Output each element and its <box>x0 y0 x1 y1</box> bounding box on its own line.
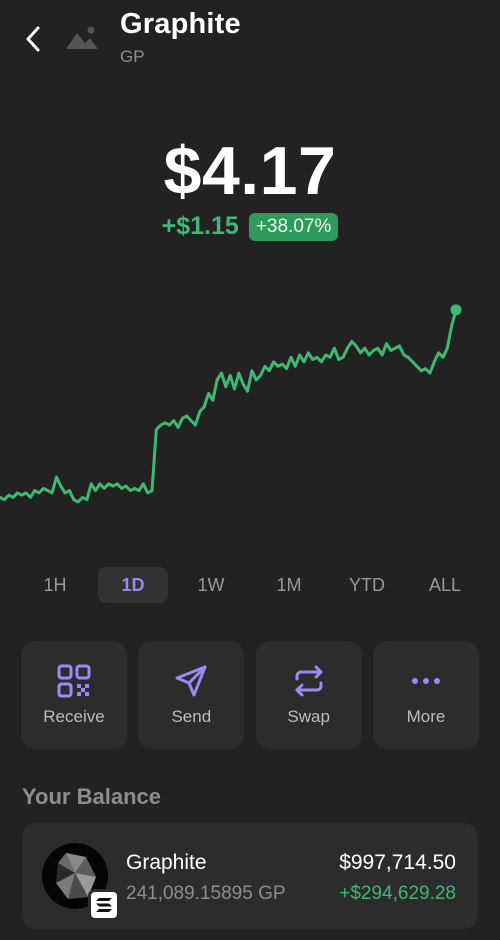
range-1m[interactable]: 1M <box>254 567 324 603</box>
token-name: Graphite <box>120 8 241 40</box>
more-dots-icon <box>408 663 444 699</box>
token-symbol: GP <box>120 47 145 66</box>
token-row-value: $997,714.50 <box>339 851 456 874</box>
qr-code-icon <box>56 663 92 699</box>
price-chart[interactable] <box>0 280 500 540</box>
send-arrow-icon <box>173 663 209 699</box>
price-line <box>0 308 458 504</box>
more-button[interactable]: More <box>372 641 479 749</box>
range-1d[interactable]: 1D <box>98 567 168 603</box>
token-price: $4.17 <box>163 133 337 209</box>
range-1h[interactable]: 1H <box>20 567 90 603</box>
swap-arrows-icon <box>291 663 327 699</box>
price-change-percent-badge: +38.07% <box>248 212 339 241</box>
receive-label: Receive <box>43 707 105 726</box>
range-ytd[interactable]: YTD <box>332 567 402 603</box>
token-row-name: Graphite <box>126 851 207 874</box>
swap-label: Swap <box>287 707 330 726</box>
price-change-row: +$1.15 +38.07% <box>0 212 500 241</box>
send-label: Send <box>171 707 212 726</box>
chevron-left-icon <box>26 26 40 52</box>
image-placeholder-icon <box>66 26 98 49</box>
range-1w[interactable]: 1W <box>176 567 246 603</box>
receive-button[interactable]: Receive <box>21 641 127 749</box>
balance-section-title: Your Balance <box>22 784 161 809</box>
swap-button[interactable]: Swap <box>255 641 362 749</box>
range-all[interactable]: ALL <box>410 567 480 603</box>
more-label: More <box>406 707 446 726</box>
solana-badge-icon <box>88 889 120 921</box>
action-buttons: Receive Send Swap More <box>21 641 479 749</box>
token-row-change: +$294,629.28 <box>339 883 456 904</box>
price-change-absolute: +$1.15 <box>161 212 239 240</box>
token-row-amount: 241,089.15895 GP <box>126 883 286 904</box>
header: Graphite GP <box>0 0 500 80</box>
back-button[interactable] <box>18 22 48 56</box>
time-range-selector: 1H 1D 1W 1M YTD ALL <box>20 566 480 604</box>
latest-price-point <box>450 304 462 316</box>
send-button[interactable]: Send <box>138 641 245 749</box>
balance-token-row[interactable]: Graphite 241,089.15895 GP $997,714.50 +$… <box>22 823 478 929</box>
